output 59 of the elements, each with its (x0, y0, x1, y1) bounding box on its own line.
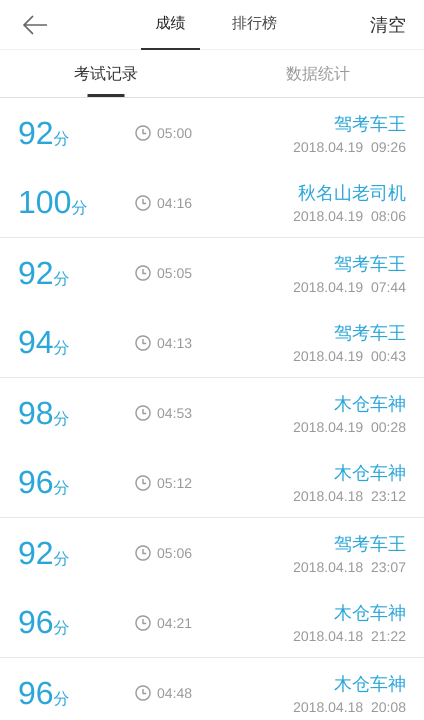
duration: 04:13 (157, 334, 192, 350)
user-name: 木仓车神 (334, 462, 406, 485)
duration: 05:05 (157, 265, 192, 281)
duration: 05:12 (157, 474, 192, 490)
score-unit: 分 (71, 198, 88, 219)
clock-icon (135, 614, 151, 630)
score-unit: 分 (54, 268, 70, 290)
score-unit: 分 (54, 408, 70, 430)
score-unit: 分 (54, 688, 70, 710)
clock-icon (135, 265, 151, 281)
duration: 04:53 (157, 405, 192, 421)
clock-icon (135, 194, 151, 210)
tab[interactable]: 排行榜 (225, 0, 284, 50)
clock-icon (135, 545, 151, 561)
score-unit: 分 (54, 478, 70, 499)
user-name: 驾考车王 (334, 322, 406, 345)
score-value: 92 (18, 534, 54, 572)
user-name: 驾考车王 (334, 532, 406, 556)
score-value: 100 (18, 184, 72, 221)
score-value: 92 (18, 254, 54, 292)
score-value: 92 (18, 114, 54, 152)
clear-button[interactable]: 清空 (370, 12, 406, 36)
clock-icon (135, 334, 151, 350)
duration: 04:16 (157, 194, 192, 210)
score-value: 96 (18, 464, 54, 501)
tab[interactable]: 成绩 (141, 0, 200, 50)
user-name: 驾考车王 (334, 112, 406, 136)
score-unit: 分 (54, 548, 70, 570)
clock-icon (135, 125, 151, 141)
score-unit: 分 (54, 338, 70, 359)
clock-icon (135, 474, 151, 490)
clock-icon (135, 405, 151, 421)
user-name: 木仓车神 (334, 392, 406, 416)
user-name: 秋名山老司机 (298, 182, 406, 205)
exam-date: 2018.04.18 20:08 (293, 698, 406, 714)
back-icon[interactable] (22, 14, 48, 34)
exam-date: 2018.04.18 23:07 (293, 558, 406, 574)
score-value: 94 (18, 324, 54, 361)
exam-date: 2018.04.19 00:28 (293, 418, 406, 434)
user-name: 木仓车神 (334, 672, 406, 696)
exam-date: 2018.04.19 07:44 (293, 278, 406, 294)
exam-date: 2018.04.19 00:43 (293, 348, 406, 364)
user-name: 驾考车王 (334, 252, 406, 276)
duration: 04:48 (157, 685, 192, 701)
clock-icon (135, 685, 151, 701)
tab[interactable]: 考试记录 (74, 50, 138, 97)
duration: 05:00 (157, 125, 192, 141)
duration: 04:21 (157, 614, 192, 630)
score-value: 96 (18, 674, 54, 712)
user-name: 木仓车神 (334, 602, 406, 625)
score-unit: 分 (54, 128, 70, 150)
exam-date: 2018.04.19 09:26 (293, 138, 406, 154)
exam-date: 2018.04.18 23:12 (293, 488, 406, 504)
duration: 05:06 (157, 545, 192, 561)
exam-date: 2018.04.18 21:22 (293, 628, 406, 644)
exam-date: 2018.04.19 08:06 (293, 208, 406, 224)
score-unit: 分 (54, 618, 70, 639)
score-value: 98 (18, 394, 54, 432)
score-value: 96 (18, 604, 54, 641)
